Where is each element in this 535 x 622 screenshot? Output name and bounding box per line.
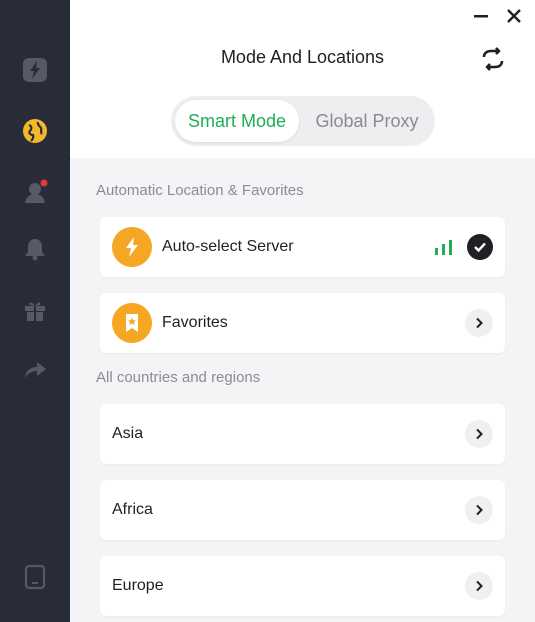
auto-select-server-item[interactable]: Auto-select Server (100, 217, 505, 277)
favorites-label: Favorites (162, 314, 228, 331)
region-item-africa[interactable]: Africa (100, 480, 505, 540)
selected-check-icon (467, 234, 493, 260)
chevron-right-icon (465, 572, 493, 600)
notification-dot (40, 179, 48, 187)
minimize-icon[interactable] (471, 6, 491, 26)
gift-icon[interactable] (22, 297, 48, 323)
lightning-icon[interactable] (22, 57, 48, 83)
bell-icon[interactable] (22, 236, 48, 262)
lightning-icon (112, 227, 152, 267)
region-label: Asia (112, 425, 144, 442)
sidebar (0, 0, 70, 622)
header: Mode And Locations Smart Mode Global Pro… (70, 0, 535, 158)
close-icon[interactable] (504, 6, 524, 26)
region-item-asia[interactable]: Asia (100, 404, 505, 464)
region-item-europe[interactable]: Europe (100, 556, 505, 616)
signal-strength-icon (435, 240, 452, 255)
smart-mode-tab[interactable]: Smart Mode (175, 100, 299, 142)
auto-select-label: Auto-select Server (162, 238, 294, 255)
chevron-right-icon (465, 309, 493, 337)
globe-icon[interactable] (22, 118, 48, 144)
user-icon[interactable] (22, 179, 48, 205)
regions-section-title: All countries and regions (96, 369, 261, 386)
refresh-icon[interactable] (480, 46, 506, 72)
page-title: Mode And Locations (220, 47, 385, 67)
region-label: Europe (112, 577, 164, 594)
bookmark-star-icon (112, 303, 152, 343)
region-label: Africa (112, 501, 153, 518)
chevron-right-icon (465, 496, 493, 524)
favorites-section-title: Automatic Location & Favorites (96, 182, 304, 199)
mode-switch: Smart Mode Global Proxy (171, 96, 435, 146)
chevron-right-icon (465, 420, 493, 448)
favorites-item[interactable]: Favorites (100, 293, 505, 353)
main-panel: Mode And Locations Smart Mode Global Pro… (70, 0, 535, 622)
global-proxy-tab[interactable]: Global Proxy (303, 100, 431, 142)
share-icon[interactable] (22, 356, 48, 382)
device-icon[interactable] (22, 564, 48, 590)
